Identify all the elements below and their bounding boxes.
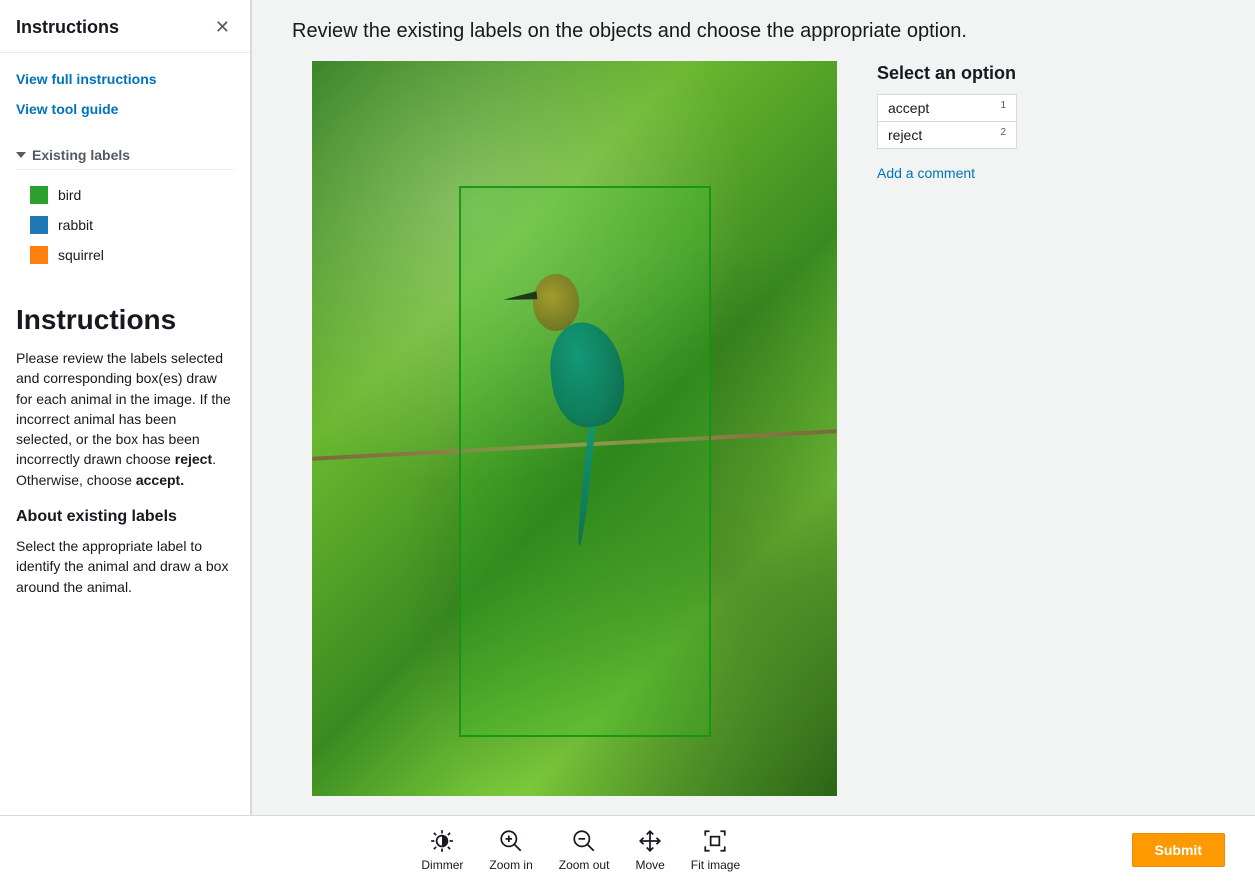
color-swatch	[30, 216, 48, 234]
about-existing-labels-heading: About existing labels	[16, 508, 234, 526]
view-tool-guide-link[interactable]: View tool guide	[16, 101, 234, 117]
sidebar: Instructions ✕ View full instructions Vi…	[0, 0, 252, 815]
move-button[interactable]: Move	[635, 828, 664, 872]
zoom-in-icon	[498, 828, 524, 854]
annotation-box[interactable]	[459, 186, 711, 737]
view-full-instructions-link[interactable]: View full instructions	[16, 71, 234, 87]
label-list: bird rabbit squirrel	[16, 170, 234, 286]
option-shortcut: 2	[1000, 127, 1006, 138]
label-name: rabbit	[58, 217, 93, 233]
dimmer-button[interactable]: Dimmer	[421, 828, 463, 872]
option-shortcut: 1	[1000, 100, 1006, 111]
close-icon: ✕	[215, 17, 230, 37]
workspace: Review the existing labels on the object…	[252, 0, 1255, 815]
zoom-out-button[interactable]: Zoom out	[559, 828, 610, 872]
instructions-heading: Instructions	[16, 304, 234, 336]
color-swatch	[30, 186, 48, 204]
canvas-row: Select an option accept 1 reject 2 Add a…	[292, 61, 1225, 805]
close-sidebar-button[interactable]: ✕	[211, 14, 234, 40]
task-prompt: Review the existing labels on the object…	[292, 20, 1225, 43]
tool-label: Fit image	[691, 858, 740, 872]
tool-label: Move	[635, 858, 664, 872]
tool-label: Zoom in	[489, 858, 532, 872]
zoom-out-icon	[571, 828, 597, 854]
sidebar-header: Instructions ✕	[0, 0, 250, 53]
existing-labels-toggle[interactable]: Existing labels	[16, 141, 234, 170]
dimmer-icon	[429, 828, 455, 854]
add-comment-link[interactable]: Add a comment	[877, 165, 975, 181]
footer: Dimmer Zoom in Zoom out Move	[0, 815, 1255, 883]
image-canvas[interactable]	[312, 61, 837, 796]
label-item-squirrel[interactable]: squirrel	[30, 246, 234, 264]
existing-labels-section: Existing labels bird rabbit squirrel	[0, 137, 250, 296]
instructions-body: Please review the labels selected and co…	[16, 348, 234, 490]
options-heading: Select an option	[877, 63, 1137, 84]
caret-down-icon	[16, 152, 26, 158]
existing-labels-title: Existing labels	[32, 147, 130, 163]
move-icon	[637, 828, 663, 854]
fit-image-button[interactable]: Fit image	[691, 828, 740, 872]
color-swatch	[30, 246, 48, 264]
tool-label: Dimmer	[421, 858, 463, 872]
submit-button[interactable]: Submit	[1132, 833, 1225, 867]
option-label: accept	[888, 100, 929, 116]
option-reject[interactable]: reject 2	[877, 122, 1017, 149]
tool-label: Zoom out	[559, 858, 610, 872]
main: Review the existing labels on the object…	[252, 0, 1255, 815]
zoom-in-button[interactable]: Zoom in	[489, 828, 532, 872]
label-name: squirrel	[58, 247, 104, 263]
toolbar: Dimmer Zoom in Zoom out Move	[30, 828, 1132, 872]
option-accept[interactable]: accept 1	[877, 94, 1017, 122]
options-panel: Select an option accept 1 reject 2 Add a…	[877, 61, 1137, 805]
label-item-rabbit[interactable]: rabbit	[30, 216, 234, 234]
about-existing-labels-body: Select the appropriate label to identify…	[16, 536, 234, 597]
options-list: accept 1 reject 2	[877, 94, 1137, 149]
sidebar-title: Instructions	[16, 17, 119, 38]
fit-image-icon	[702, 828, 728, 854]
label-name: bird	[58, 187, 81, 203]
option-label: reject	[888, 127, 922, 143]
instructions-block: Instructions Please review the labels se…	[0, 296, 250, 631]
label-item-bird[interactable]: bird	[30, 186, 234, 204]
sidebar-links: View full instructions View tool guide	[0, 53, 250, 137]
